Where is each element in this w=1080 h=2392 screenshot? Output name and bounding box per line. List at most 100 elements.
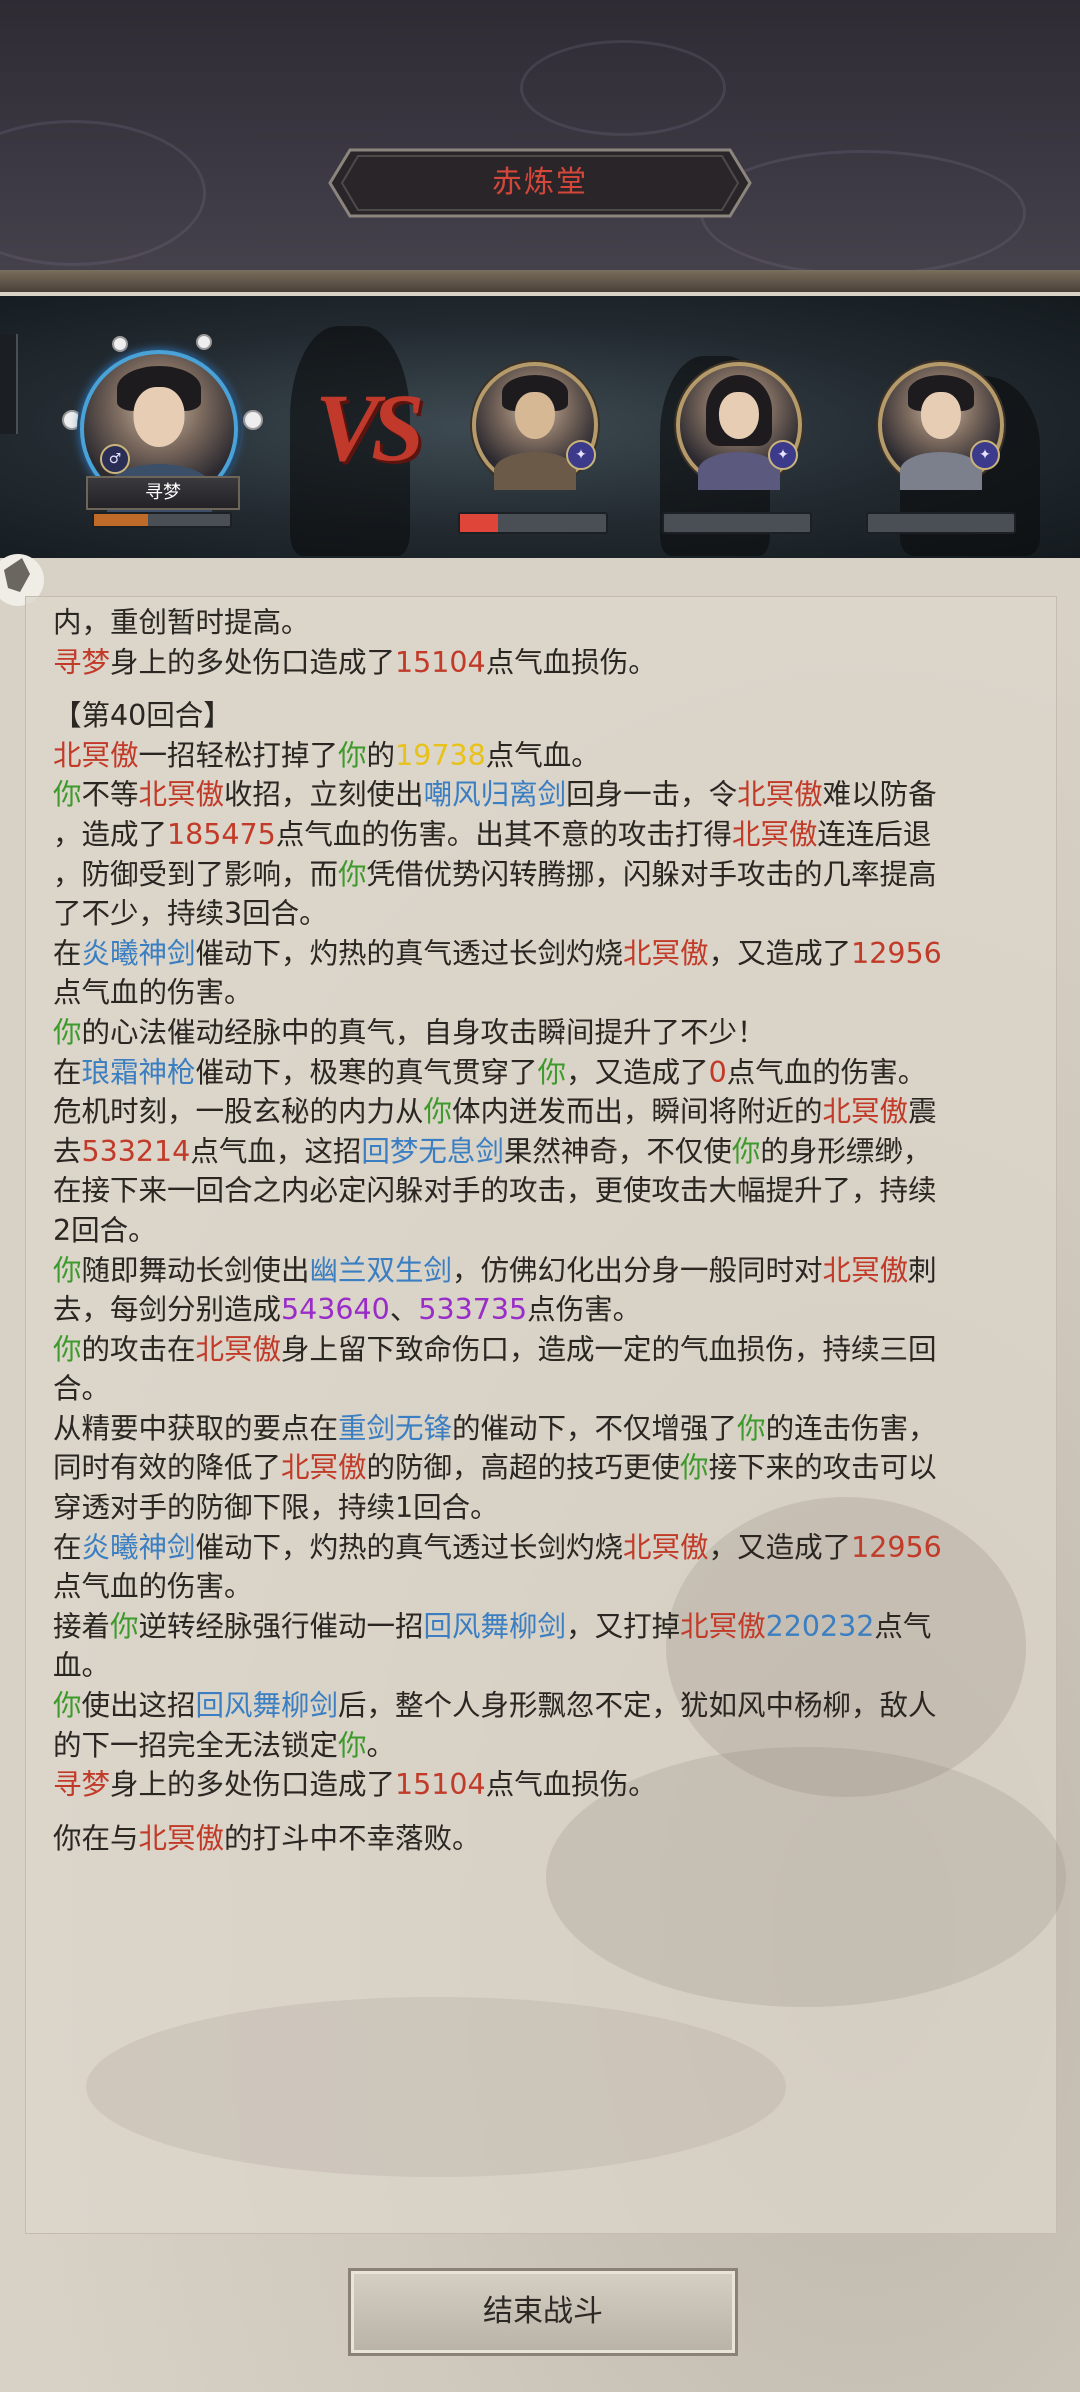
log-text: 的 <box>366 738 396 772</box>
log-line: 穿透对手的防御下限，持续1回合。 <box>53 1488 1043 1528</box>
log-highlight: 炎曦神剑 <box>81 1530 196 1564</box>
skill-orb-icon <box>112 336 128 352</box>
log-gap <box>53 682 1043 696</box>
log-text: 催动下，灼热的真气透过长剑灼烧 <box>195 936 624 970</box>
log-highlight: 寻梦 <box>53 1768 111 1802</box>
log-highlight: 220232 <box>765 1609 875 1643</box>
location-title: 赤炼堂 <box>492 165 588 200</box>
log-highlight: 北冥傲 <box>822 1095 909 1129</box>
log-text: 的防御，高超的技巧更使 <box>366 1451 681 1485</box>
log-text: 点气血损伤。 <box>485 1768 657 1802</box>
log-highlight: 你 <box>537 1055 567 1089</box>
log-text: 刺 <box>908 1253 937 1287</box>
side-tab[interactable] <box>0 334 18 434</box>
log-line: 从精要中获取的要点在重剑无锋的催动下，不仅增强了你的连击伤害， <box>53 1409 1043 1449</box>
log-text: 使出这招 <box>81 1689 196 1723</box>
log-text: 点气血。 <box>485 738 600 772</box>
log-text: 身上的多处伤口造成了 <box>110 645 396 679</box>
log-text: 点气 <box>874 1609 932 1643</box>
log-line: ，造成了185475点气血的伤害。出其不意的攻击打得北冥傲连连后退 <box>53 815 1043 855</box>
log-highlight: 12956 <box>851 1530 942 1564</box>
log-line: 北冥傲一招轻松打掉了你的19738点气血。 <box>53 736 1043 776</box>
log-text: 点气血的伤害。 <box>726 1055 927 1089</box>
battle-log-text: 内，重创暂时提高。 寻梦身上的多处伤口造成了15104点气血损伤。 【第40回合】北… <box>53 603 1043 1858</box>
log-text: 点气血损伤。 <box>485 645 657 679</box>
log-line: 点气血的伤害。 <box>53 1567 1043 1607</box>
log-text: 的下一招完全无法锁定 <box>53 1728 339 1762</box>
log-line: 接着你逆转经脉强行催动一招回风舞柳剑，又打掉北冥傲220232点气 <box>53 1607 1043 1647</box>
enemy-hp-bar-1 <box>458 512 608 534</box>
log-text: 、 <box>389 1293 419 1327</box>
log-highlight: 北冥傲 <box>195 1332 282 1366</box>
log-highlight: 12956 <box>851 936 942 970</box>
location-title-plate: 赤炼堂 <box>328 148 752 218</box>
log-text: 你在与 <box>53 1821 139 1855</box>
log-text: 不等 <box>81 778 139 812</box>
end-battle-button[interactable]: 结束战斗 <box>348 2268 738 2356</box>
log-line: 去，每剑分别造成543640、533735点伤害。 <box>53 1290 1043 1330</box>
log-line: 你不等北冥傲收招，立刻使出嘲风归离剑回身一击，令北冥傲难以防备 <box>53 775 1043 815</box>
log-text: 在接下来一回合之内必定闪躲对手的攻击，更使攻击大幅提升了，持续 <box>53 1174 937 1208</box>
log-line: 你的心法催动经脉中的真气，自身攻击瞬间提升了不少！ <box>53 1013 1043 1053</box>
log-highlight: 回梦无息剑 <box>361 1134 504 1168</box>
log-line: 你随即舞动长剑使出幽兰双生剑，仿佛幻化出分身一般同时对北冥傲刺 <box>53 1251 1043 1291</box>
log-text: 体内迸发而出，瞬间将附近的 <box>452 1095 823 1129</box>
male-icon: ♂ <box>100 444 130 474</box>
log-highlight: 0 <box>708 1055 727 1089</box>
log-highlight: 你 <box>737 1411 766 1445</box>
log-text: 果然神奇，不仅使 <box>503 1134 732 1168</box>
log-text: 连连后退 <box>817 817 932 851</box>
log-line: 在炎曦神剑催动下，灼热的真气透过长剑灼烧北冥傲，又造成了12956 <box>53 1528 1043 1568</box>
log-text: 去 <box>53 1134 82 1168</box>
log-text: ，又造成了 <box>708 1530 852 1564</box>
log-highlight: 你 <box>53 1689 82 1723</box>
log-text: 点伤害。 <box>527 1293 642 1327</box>
enemy-hp-bar-2 <box>662 512 812 534</box>
log-text: 逆转经脉强行催动一招 <box>138 1609 424 1643</box>
log-line: ，防御受到了影响，而你凭借优势闪转腾挪，闪躲对手攻击的几率提高 <box>53 855 1043 895</box>
log-text: 催动下，灼热的真气透过长剑灼烧 <box>195 1530 624 1564</box>
log-text: ，又造成了 <box>708 936 852 970</box>
log-line: 危机时刻，一股玄秘的内力从你体内迸发而出，瞬间将附近的北冥傲震 <box>53 1092 1043 1132</box>
log-highlight: 你 <box>110 1609 139 1643</box>
log-highlight: 寻梦 <box>53 645 111 679</box>
log-text: 去，每剑分别造成 <box>53 1293 282 1327</box>
log-line: 在琅霜神枪催动下，极寒的真气贯穿了你，又造成了0点气血的伤害。 <box>53 1053 1043 1093</box>
log-text: 收招，立刻使出 <box>224 778 424 812</box>
skill-orb-icon <box>196 334 212 350</box>
log-text: 在 <box>53 936 82 970</box>
log-text: 身上留下致命伤口，造成一定的气血损伤，持续三回 <box>281 1332 937 1366</box>
log-line: 去533214点气血，这招回梦无息剑果然神奇，不仅使你的身形缥缈， <box>53 1132 1043 1172</box>
log-text: 难以防备 <box>822 778 937 812</box>
log-text: 从精要中获取的要点在 <box>53 1411 339 1445</box>
log-text: 回身一击，令 <box>566 778 738 812</box>
header-border <box>0 270 1080 292</box>
log-highlight: 回风舞柳剑 <box>195 1689 339 1723</box>
log-highlight: 你 <box>53 1253 82 1287</box>
log-text: 震 <box>908 1095 937 1129</box>
log-highlight: 琅霜神枪 <box>81 1055 196 1089</box>
enemy-hp-bar-3 <box>866 512 1016 534</box>
log-highlight: 15104 <box>395 1768 486 1802</box>
log-highlight: 你 <box>53 1015 82 1049</box>
log-text: 身上的多处伤口造成了 <box>110 1768 396 1802</box>
vs-emblem: VS <box>315 374 424 481</box>
log-line: 血。 <box>53 1646 1043 1686</box>
log-line: 在接下来一回合之内必定闪躲对手的攻击，更使攻击大幅提升了，持续 <box>53 1171 1043 1211</box>
log-text: 的连击伤害， <box>765 1411 937 1445</box>
log-text: 随即舞动长剑使出 <box>81 1253 310 1287</box>
log-line: 合。 <box>53 1369 1043 1409</box>
log-highlight: 你 <box>680 1451 709 1485</box>
log-line: 同时有效的降低了北冥傲的防御，高超的技巧更使你接下来的攻击可以 <box>53 1448 1043 1488</box>
log-text: 穿透对手的防御下限，持续1回合。 <box>53 1491 499 1525</box>
log-highlight: 北冥傲 <box>822 1253 909 1287</box>
battle-log-panel[interactable]: 内，重创暂时提高。 寻梦身上的多处伤口造成了15104点气血损伤。 【第40回合】北… <box>25 596 1066 2234</box>
log-highlight: 嘲风归离剑 <box>423 778 567 812</box>
log-text: 接着 <box>53 1609 111 1643</box>
log-highlight: 你 <box>338 738 367 772</box>
log-highlight: 15104 <box>395 645 486 679</box>
log-text: 点气血，这招 <box>190 1134 362 1168</box>
log-highlight: 幽兰双生剑 <box>309 1253 453 1287</box>
log-highlight: 543640 <box>281 1293 390 1327</box>
log-line: 在炎曦神剑催动下，灼热的真气透过长剑灼烧北冥傲，又造成了12956 <box>53 934 1043 974</box>
